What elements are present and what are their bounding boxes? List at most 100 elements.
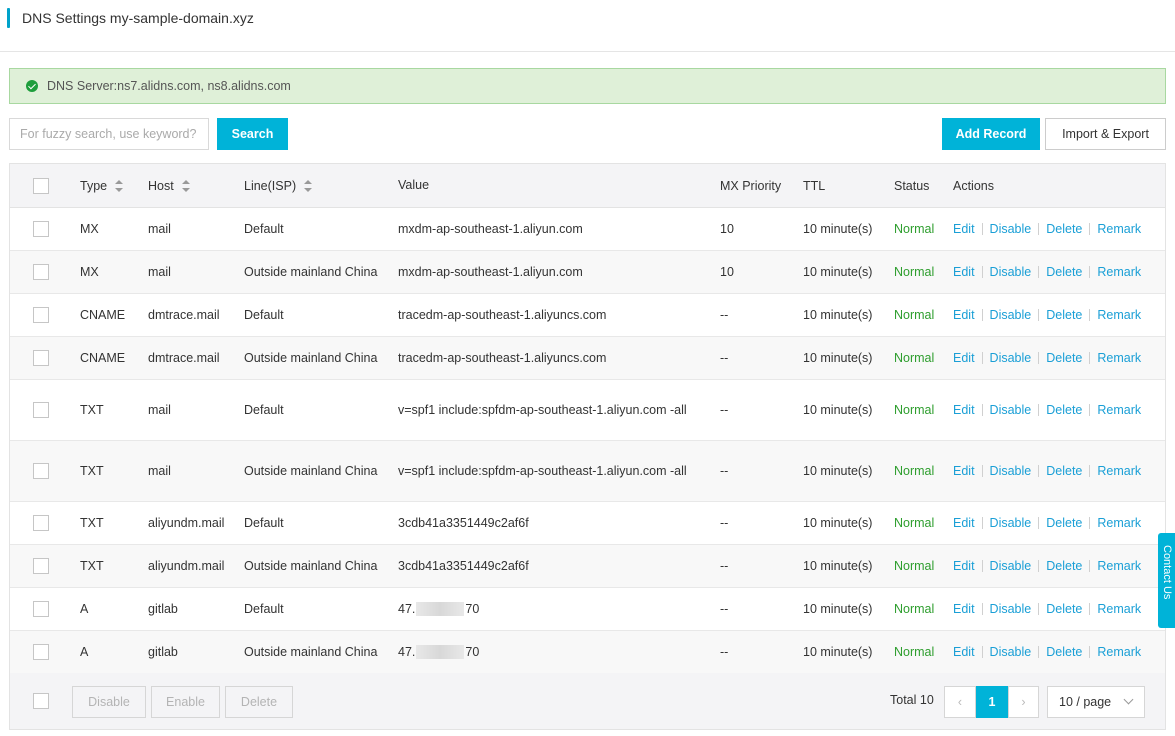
record-mx-priority: 10 xyxy=(720,222,734,236)
edit-link[interactable]: Edit xyxy=(953,559,975,573)
remark-link[interactable]: Remark xyxy=(1097,559,1141,573)
redacted-ip-segment xyxy=(416,602,465,617)
remark-link[interactable]: Remark xyxy=(1097,351,1141,365)
disable-link[interactable]: Disable xyxy=(990,308,1032,322)
record-ttl: 10 minute(s) xyxy=(803,308,873,322)
remark-link[interactable]: Remark xyxy=(1097,516,1141,530)
remark-link[interactable]: Remark xyxy=(1097,265,1141,279)
record-line: Default xyxy=(244,602,284,616)
delete-link[interactable]: Delete xyxy=(1046,464,1082,478)
record-actions: Edit Disable Delete Remark xyxy=(953,588,1141,630)
record-mx-priority: -- xyxy=(720,308,729,322)
row-checkbox[interactable] xyxy=(33,221,49,237)
record-value: v=spf1 include:spfdm-ap-southeast-1.aliy… xyxy=(398,402,687,417)
edit-link[interactable]: Edit xyxy=(953,265,975,279)
record-host: mail xyxy=(148,464,171,478)
delete-link[interactable]: Delete xyxy=(1046,645,1082,659)
record-ttl: 10 minute(s) xyxy=(803,222,873,236)
record-line: Default xyxy=(244,222,284,236)
select-all-checkbox[interactable] xyxy=(33,177,49,194)
disable-link[interactable]: Disable xyxy=(990,464,1032,478)
footer-select-all-checkbox[interactable] xyxy=(33,693,49,709)
remark-link[interactable]: Remark xyxy=(1097,222,1141,236)
column-header-host[interactable]: Host xyxy=(148,164,190,207)
row-checkbox[interactable] xyxy=(33,463,49,479)
disable-link[interactable]: Disable xyxy=(990,351,1032,365)
sort-icon[interactable] xyxy=(181,179,190,192)
column-header-type[interactable]: Type xyxy=(80,164,124,207)
edit-link[interactable]: Edit xyxy=(953,403,975,417)
add-record-button[interactable]: Add Record xyxy=(942,118,1040,150)
remark-link[interactable]: Remark xyxy=(1097,645,1141,659)
table-row: Agitlab Default 47. 70 -- 10 minute(s) Normal E… xyxy=(10,588,1165,631)
table-row: TXT mail Outside mainland China v=spf1 incl… xyxy=(10,441,1165,502)
edit-link[interactable]: Edit xyxy=(953,308,975,322)
edit-link[interactable]: Edit xyxy=(953,645,975,659)
bulk-enable-button[interactable]: Enable xyxy=(151,686,220,718)
record-status: Normal xyxy=(894,265,935,279)
remark-link[interactable]: Remark xyxy=(1097,602,1141,616)
record-ttl: 10 minute(s) xyxy=(803,464,873,478)
import-export-button[interactable]: Import & Export xyxy=(1045,118,1166,150)
delete-link[interactable]: Delete xyxy=(1046,559,1082,573)
delete-link[interactable]: Delete xyxy=(1046,403,1082,417)
sort-icon[interactable] xyxy=(115,179,124,192)
disable-link[interactable]: Disable xyxy=(990,403,1032,417)
delete-link[interactable]: Delete xyxy=(1046,308,1082,322)
record-mx-priority: -- xyxy=(720,645,729,659)
edit-link[interactable]: Edit xyxy=(953,351,975,365)
delete-link[interactable]: Delete xyxy=(1046,265,1082,279)
record-host: mail xyxy=(148,222,171,236)
edit-link[interactable]: Edit xyxy=(953,516,975,530)
row-checkbox[interactable] xyxy=(33,264,49,280)
disable-link[interactable]: Disable xyxy=(990,602,1032,616)
row-checkbox[interactable] xyxy=(33,402,49,418)
delete-link[interactable]: Delete xyxy=(1046,602,1082,616)
table-row: Agitlab Outside mainland China 47. 70 -- 10 m… xyxy=(10,631,1165,674)
page-1-button[interactable]: 1 xyxy=(976,686,1008,718)
record-mx-priority: -- xyxy=(720,403,729,417)
record-actions: Edit Disable Delete Remark xyxy=(953,251,1141,293)
search-input[interactable] xyxy=(9,118,209,150)
remark-link[interactable]: Remark xyxy=(1097,308,1141,322)
row-checkbox[interactable] xyxy=(33,515,49,531)
bulk-disable-button[interactable]: Disable xyxy=(72,686,146,718)
record-host: gitlab xyxy=(148,602,178,616)
page-size-select[interactable]: 10 / page xyxy=(1047,686,1145,718)
row-checkbox[interactable] xyxy=(33,558,49,574)
redacted-ip-segment xyxy=(416,645,465,660)
edit-link[interactable]: Edit xyxy=(953,222,975,236)
sort-icon[interactable] xyxy=(304,179,313,192)
disable-link[interactable]: Disable xyxy=(990,222,1032,236)
disable-link[interactable]: Disable xyxy=(990,265,1032,279)
remark-link[interactable]: Remark xyxy=(1097,464,1141,478)
row-checkbox[interactable] xyxy=(33,601,49,617)
search-button[interactable]: Search xyxy=(217,118,288,150)
dns-records-table: Type Host Line(ISP) Value MX Priority TT… xyxy=(9,163,1166,674)
row-checkbox[interactable] xyxy=(33,644,49,660)
bulk-delete-button[interactable]: Delete xyxy=(225,686,293,718)
edit-link[interactable]: Edit xyxy=(953,464,975,478)
divider xyxy=(1038,517,1040,529)
edit-link[interactable]: Edit xyxy=(953,602,975,616)
column-header-ttl: TTL xyxy=(803,178,826,193)
column-header-line[interactable]: Line(ISP) xyxy=(244,164,313,207)
disable-link[interactable]: Disable xyxy=(990,516,1032,530)
record-status: Normal xyxy=(894,308,935,322)
disable-link[interactable]: Disable xyxy=(990,645,1032,659)
delete-link[interactable]: Delete xyxy=(1046,222,1082,236)
remark-link[interactable]: Remark xyxy=(1097,403,1141,417)
disable-link[interactable]: Disable xyxy=(990,559,1032,573)
contact-us-tab[interactable]: Contact Us xyxy=(1158,533,1175,628)
row-checkbox[interactable] xyxy=(33,350,49,366)
divider xyxy=(1089,352,1091,364)
delete-link[interactable]: Delete xyxy=(1046,351,1082,365)
delete-link[interactable]: Delete xyxy=(1046,516,1082,530)
next-page-button[interactable]: › xyxy=(1008,686,1039,718)
prev-page-button[interactable]: ‹ xyxy=(944,686,976,718)
row-checkbox[interactable] xyxy=(33,307,49,323)
record-mx-priority: -- xyxy=(720,602,729,616)
record-type: A xyxy=(80,602,89,616)
record-line: Outside mainland China xyxy=(244,464,378,478)
divider xyxy=(1089,560,1091,572)
